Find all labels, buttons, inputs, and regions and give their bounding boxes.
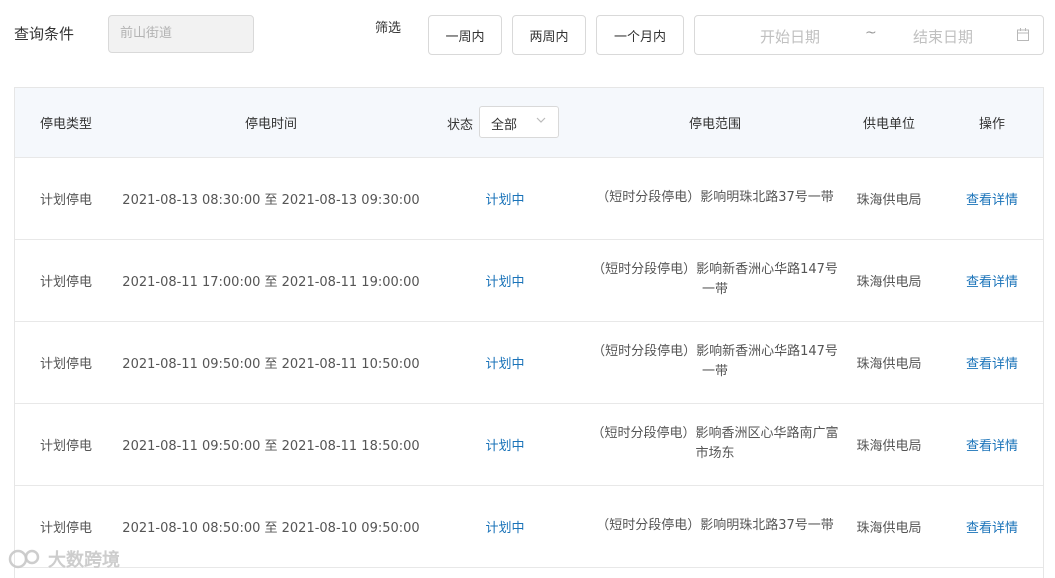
header-outage-range: 停电范围 [688,117,741,132]
two-weeks-button[interactable]: 两周内 [512,15,586,55]
end-date-input[interactable]: 结束日期 [913,26,973,47]
one-month-button[interactable]: 一个月内 [596,15,684,55]
row-outage-type: 计划停电 [39,274,92,290]
view-details-link[interactable]: 查看详情 [933,239,1043,321]
row-outage-range: （短时分段停电）影响新香洲心华路147号一带 [592,262,838,297]
row-outage-range: （短时分段停电）影响明珠北路37号一带 [596,518,834,533]
query-condition-label: 查询条件 [14,25,75,43]
header-operation: 操作 [978,117,1005,132]
filter-label: 筛选 [375,21,402,36]
row-status: 计划中 [485,520,525,536]
table-row: 计划停电 2021-08-13 08:30:00 至 2021-08-13 09… [15,157,1043,240]
row-supply-unit: 珠海供电局 [856,192,922,208]
watermark: 大数跨境 [8,546,120,572]
view-details-link[interactable]: 查看详情 [933,157,1043,239]
header-status-label: 状态 [447,118,474,133]
row-outage-time: 2021-08-11 09:50:00 至 2021-08-11 10:50:0… [122,356,420,372]
row-outage-range: （短时分段停电）影响明珠北路37号一带 [596,190,834,205]
view-details-link[interactable]: 查看详情 [933,485,1043,567]
row-outage-time: 2021-08-11 17:00:00 至 2021-08-11 19:00:0… [122,274,420,290]
outage-query-page: 查询条件 前山街道 筛选 一周内 两周内 一个月内 开始日期 ~ 结束日期 停电… [0,0,1055,578]
status-filter-value: 全部 [491,118,518,133]
status-filter-select[interactable]: 全部 [479,106,559,138]
watermark-text: 大数跨境 [48,550,120,571]
row-outage-range: （短时分段停电）影响香洲区心华路南广富市场东 [591,426,839,461]
row-status: 计划中 [485,274,525,290]
chevron-down-icon [536,117,546,123]
row-status: 计划中 [485,438,525,454]
watermark-logo-icon [8,549,40,569]
row-outage-type: 计划停电 [39,192,92,208]
row-outage-type: 计划停电 [39,438,92,454]
street-select[interactable]: 前山街道 [108,15,254,53]
table-row: 计划停电 2021-08-10 08:50:00 至 2021-08-10 09… [15,485,1043,568]
header-outage-type: 停电类型 [39,117,92,132]
start-date-input[interactable]: 开始日期 [760,26,820,47]
header-outage-time: 停电时间 [244,117,297,132]
table-header: 停电类型 停电时间 状态 全部 停电范围 供电单位 操作 [15,88,1043,158]
row-supply-unit: 珠海供电局 [856,520,922,536]
row-status: 计划中 [485,356,525,372]
header-supply-unit: 供电单位 [862,117,915,132]
row-status: 计划中 [485,192,525,208]
one-week-button[interactable]: 一周内 [428,15,502,55]
table-row: 计划停电 2021-08-11 09:50:00 至 2021-08-11 10… [15,321,1043,404]
view-details-link[interactable]: 查看详情 [933,321,1043,403]
calendar-icon [1017,28,1029,41]
view-details-link[interactable]: 查看详情 [933,403,1043,485]
outage-table: 停电类型 停电时间 状态 全部 停电范围 供电单位 操作 计划停电 2021-0… [14,87,1044,578]
table-row: 计划停电 2021-08-11 09:50:00 至 2021-08-11 18… [15,403,1043,486]
row-supply-unit: 珠海供电局 [856,438,922,454]
date-separator: ~ [865,25,877,41]
row-supply-unit: 珠海供电局 [856,274,922,290]
row-outage-time: 2021-08-10 08:50:00 至 2021-08-10 09:50:0… [122,520,420,536]
row-outage-time: 2021-08-11 09:50:00 至 2021-08-11 18:50:0… [122,438,420,454]
row-supply-unit: 珠海供电局 [856,356,922,372]
row-outage-time: 2021-08-13 08:30:00 至 2021-08-13 09:30:0… [122,192,420,208]
date-range-picker[interactable]: 开始日期 ~ 结束日期 [694,15,1044,55]
row-outage-type: 计划停电 [39,356,92,372]
table-row: 计划停电 2021-08-11 17:00:00 至 2021-08-11 19… [15,239,1043,322]
row-outage-range: （短时分段停电）影响新香洲心华路147号一带 [592,344,838,379]
